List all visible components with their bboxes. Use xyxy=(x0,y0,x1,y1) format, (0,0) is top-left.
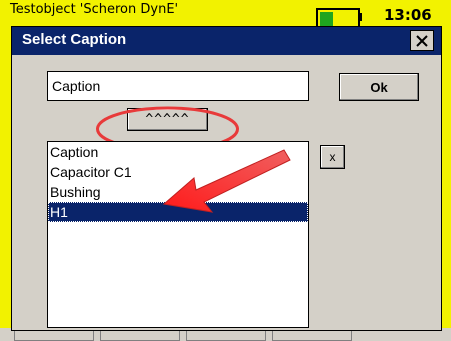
list-item[interactable]: Capacitor C1 xyxy=(48,162,308,182)
keyboard-button[interactable]: ^^^^^ xyxy=(127,108,208,131)
battery-nub xyxy=(358,13,362,21)
caption-input[interactable] xyxy=(47,71,309,101)
close-button[interactable] xyxy=(410,30,434,51)
app-title: Testobject 'Scheron DynE' xyxy=(10,2,179,17)
list-item[interactable]: Caption xyxy=(48,142,308,162)
close-icon xyxy=(416,34,428,47)
app-titlebar: Testobject 'Scheron DynE' 13:06 xyxy=(0,0,451,30)
dialog-titlebar: Select Caption xyxy=(12,27,441,55)
list-item[interactable]: H1 xyxy=(48,202,308,222)
app-right-edge xyxy=(442,28,451,328)
app-left-edge xyxy=(0,28,11,328)
dialog-title: Select Caption xyxy=(22,31,127,48)
select-caption-dialog: Select Caption Ok ^^^^^ CaptionCapacitor… xyxy=(11,26,442,331)
caption-listbox[interactable]: Caption Capacitor C1 Bushing H1 xyxy=(47,141,309,328)
clear-button[interactable]: x xyxy=(320,145,345,169)
clock: 13:06 xyxy=(384,6,432,24)
list-item[interactable]: Bushing xyxy=(48,182,308,202)
ok-button[interactable]: Ok xyxy=(339,73,419,101)
